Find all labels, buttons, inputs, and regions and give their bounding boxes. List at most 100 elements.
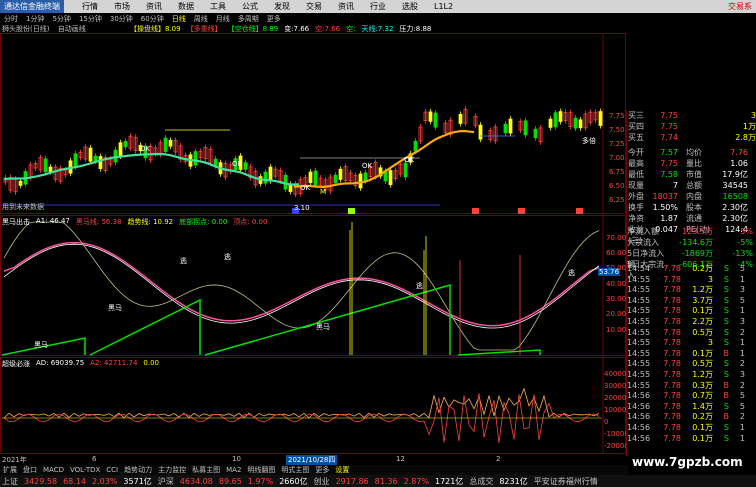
- trend-line-green: [3, 152, 300, 186]
- ok-mark: OK: [362, 162, 373, 170]
- bid-label: 买四: [628, 122, 644, 131]
- low-panel-border: [0, 357, 626, 454]
- candle-body: [508, 118, 513, 134]
- tab-style-chart[interactable]: 明式主图: [278, 465, 312, 475]
- tab-main-monitor[interactable]: 主力监控: [155, 465, 189, 475]
- date-label: 6: [92, 455, 97, 463]
- indicator-name[interactable]: 黑马出击: [2, 217, 30, 227]
- trade-count: 5: [739, 401, 745, 411]
- trade-volume: 0.1万: [692, 433, 713, 443]
- price-scale-label: 7.00: [609, 154, 625, 162]
- candle-body: [48, 166, 53, 172]
- index-name-cy[interactable]: 创业: [314, 476, 330, 487]
- index-change-sh: 68.14: [63, 476, 86, 486]
- trade-row: 14:56 7.78 0.1万 S 1: [626, 423, 756, 434]
- stat-label: 外盘: [628, 192, 644, 201]
- trade-row: 14:55 7.78 0.5万 S 2: [626, 359, 756, 370]
- indicator-name[interactable]: 超级必涨: [2, 359, 30, 369]
- candle-body: [193, 151, 198, 166]
- low-indicator-header: 超级必涨 AD: 69039.75 A2: 42711.74 0.00: [2, 359, 159, 369]
- trade-direction: S: [723, 264, 729, 273]
- stat-row: 净资 1.87 流通 2.30亿: [627, 213, 756, 224]
- trade-time: 14:55: [627, 285, 651, 295]
- trade-direction: S: [723, 401, 729, 411]
- trade-price: 7.78: [663, 295, 681, 305]
- tab-line-chart[interactable]: 明线翻图: [244, 465, 278, 475]
- signal-marker: [518, 208, 525, 214]
- candle-body: [458, 113, 463, 124]
- bid-volume: 2.8万: [735, 133, 756, 142]
- signal-marker: [348, 208, 355, 214]
- price-scale-label: 7.75: [609, 112, 625, 120]
- tab-vol[interactable]: VOL-TDX: [67, 466, 103, 474]
- trade-row: 14:56 7.78 0.7万 B 5: [626, 391, 756, 402]
- indicator-value: A2: 42711.74: [90, 359, 138, 367]
- trade-count: 3: [739, 285, 745, 295]
- trade-count: 2: [739, 412, 745, 422]
- ok-mark: OK: [232, 160, 243, 168]
- trade-time: 14:55: [627, 338, 651, 348]
- stat-row: 外盘 18037 内盘 16508: [627, 191, 756, 202]
- a1-line: [3, 243, 600, 329]
- total-turnover-label: 总成交: [469, 476, 494, 486]
- tick-trades-list[interactable]: 14:54 7.78 0.2万 S 5 14:55 7.78 3 S 1 14:55 7.78 1.2万…: [626, 264, 756, 444]
- candle-body: [73, 153, 78, 168]
- tab-handicap[interactable]: 盘口: [20, 465, 40, 475]
- candle-body: [358, 173, 363, 189]
- trade-volume: 3: [707, 338, 713, 348]
- trade-volume: 0.5万: [692, 327, 713, 337]
- candle-body: [123, 141, 128, 148]
- trade-direction: S: [723, 316, 729, 326]
- tab-more[interactable]: 更多: [312, 465, 332, 475]
- tab-expand[interactable]: 扩展: [0, 465, 20, 475]
- trade-count: 1: [739, 338, 745, 348]
- stat-value: 7.75: [660, 159, 678, 168]
- index-name-hs[interactable]: 沪深: [158, 476, 174, 487]
- candle-body: [168, 139, 173, 147]
- trade-direction: B: [723, 391, 730, 401]
- trade-time: 14:56: [627, 412, 651, 422]
- tab-settings[interactable]: 设置: [332, 465, 352, 475]
- candle-body: [548, 118, 553, 128]
- stat-label: 最低: [628, 170, 644, 179]
- mid-indicator-header: 黑马出击 A1: 46.47 黑马线: 56.38 趋势线: 10.92 底部拐…: [2, 217, 267, 227]
- price-scale-label: 6.50: [609, 182, 625, 190]
- dark-horse-label: 黑马: [34, 341, 48, 349]
- indicator-value: 顶点: 0.00: [233, 218, 268, 226]
- stat-label: 均价: [686, 148, 702, 157]
- trade-direction: S: [723, 338, 729, 348]
- stat-row: 最低 7.58 市值 17.9亿: [627, 169, 756, 180]
- candle-body: [533, 128, 538, 139]
- tab-cci[interactable]: CCI: [103, 466, 121, 474]
- stat-value: 18037: [652, 192, 678, 201]
- trade-count: 1: [739, 422, 745, 432]
- indicator-value: A1: 46.47: [36, 217, 70, 225]
- m-mark: M: [320, 188, 327, 196]
- flow-value: 123.5万: [682, 227, 713, 236]
- stat-value: 17.9亿: [722, 170, 748, 179]
- trend-line: [3, 221, 600, 351]
- ok-mark: OK: [404, 156, 415, 164]
- tab-macd[interactable]: MACD: [40, 466, 67, 474]
- tab-trend-power[interactable]: 趋势动力: [121, 465, 155, 475]
- candle-body: [43, 158, 48, 173]
- bid-row: 买四 7.75 1万: [627, 121, 756, 132]
- stat-label: 股本: [686, 203, 702, 212]
- broker-name[interactable]: 平安证券福州行情: [534, 476, 598, 487]
- trade-volume: 0.3万: [692, 380, 713, 390]
- trade-time: 14:55: [627, 327, 651, 337]
- tab-private-chart[interactable]: 私募主图: [189, 465, 223, 475]
- mid-scale-label: 50.00: [606, 264, 627, 272]
- multiplier-tag: 多倍: [582, 137, 596, 145]
- tab-ma2[interactable]: MA2: [223, 466, 244, 474]
- stat-label: 换手: [628, 203, 644, 212]
- mid-scale-label: 20.00: [606, 310, 627, 318]
- trade-time: 14:55: [627, 316, 651, 326]
- flow-row: 净流入额 123.5万 5%: [626, 226, 756, 237]
- stat-value: 34545: [722, 181, 748, 190]
- trade-price: 7.78: [663, 380, 681, 390]
- bottom-pivot-line: [89, 298, 201, 356]
- stat-value: 7.57: [660, 148, 678, 157]
- index-name-sh[interactable]: 上证: [2, 476, 18, 487]
- indicator-value: 黑马线: 56.38: [75, 218, 122, 226]
